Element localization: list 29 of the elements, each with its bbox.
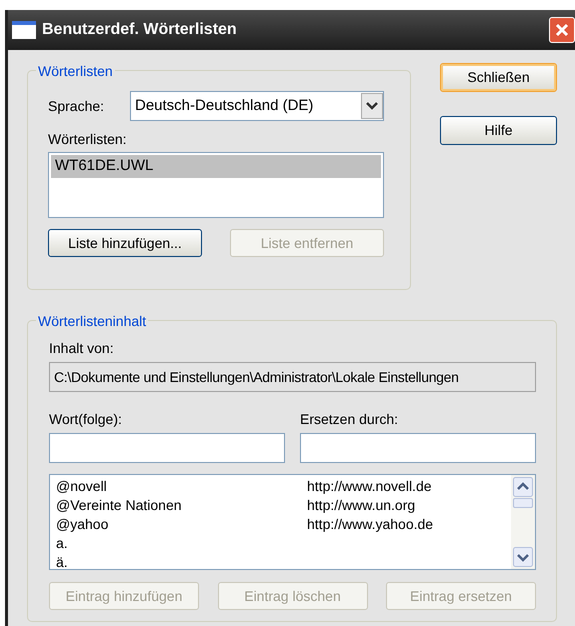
field-label: Wort(folge): xyxy=(49,410,123,429)
entry-word[interactable]: ä. xyxy=(56,552,307,573)
entry-replacement[interactable]: http://www.un.org xyxy=(307,495,416,516)
scrollbar[interactable] xyxy=(511,475,535,569)
language-dropdown[interactable]: Deutsch-Deutschland (DE) xyxy=(130,91,384,121)
dialog-button[interactable]: Schließen xyxy=(440,63,557,92)
scroll-thumb[interactable] xyxy=(513,498,533,508)
window-title: Benutzerdef. Wörterlisten xyxy=(42,20,237,40)
scroll-up-icon[interactable] xyxy=(513,477,533,497)
entry-word[interactable]: @Vereinte Nationen xyxy=(56,495,307,516)
dialog-button[interactable]: Hilfe xyxy=(440,116,557,145)
field-label: Ersetzen durch: xyxy=(300,410,400,429)
close-button[interactable] xyxy=(549,17,575,43)
lists-label: Wörterlisten: xyxy=(48,130,128,149)
entry-word[interactable]: @novell xyxy=(56,476,307,497)
entry-word[interactable]: a. xyxy=(56,533,307,554)
wordlist-item[interactable]: WT61DE.UWL xyxy=(51,155,381,178)
entry-replacement[interactable]: http://www.yahoo.de xyxy=(307,514,434,535)
close-icon xyxy=(555,23,569,37)
dialog-button[interactable]: Liste hinzufügen... xyxy=(48,229,202,257)
input-field[interactable] xyxy=(300,433,536,463)
source-label: Inhalt von: xyxy=(49,339,115,358)
entry-word[interactable]: @yahoo xyxy=(56,514,307,535)
source-field: C:\Dokumente und Einstellungen\Administrator\Lokale Einstellungen xyxy=(49,362,536,392)
window-icon xyxy=(12,21,36,39)
scroll-down-icon[interactable] xyxy=(513,547,533,567)
input-field[interactable] xyxy=(49,433,285,463)
entry-replacement[interactable]: http://www.novell.de xyxy=(307,476,432,497)
language-label: Sprache: xyxy=(48,96,106,116)
